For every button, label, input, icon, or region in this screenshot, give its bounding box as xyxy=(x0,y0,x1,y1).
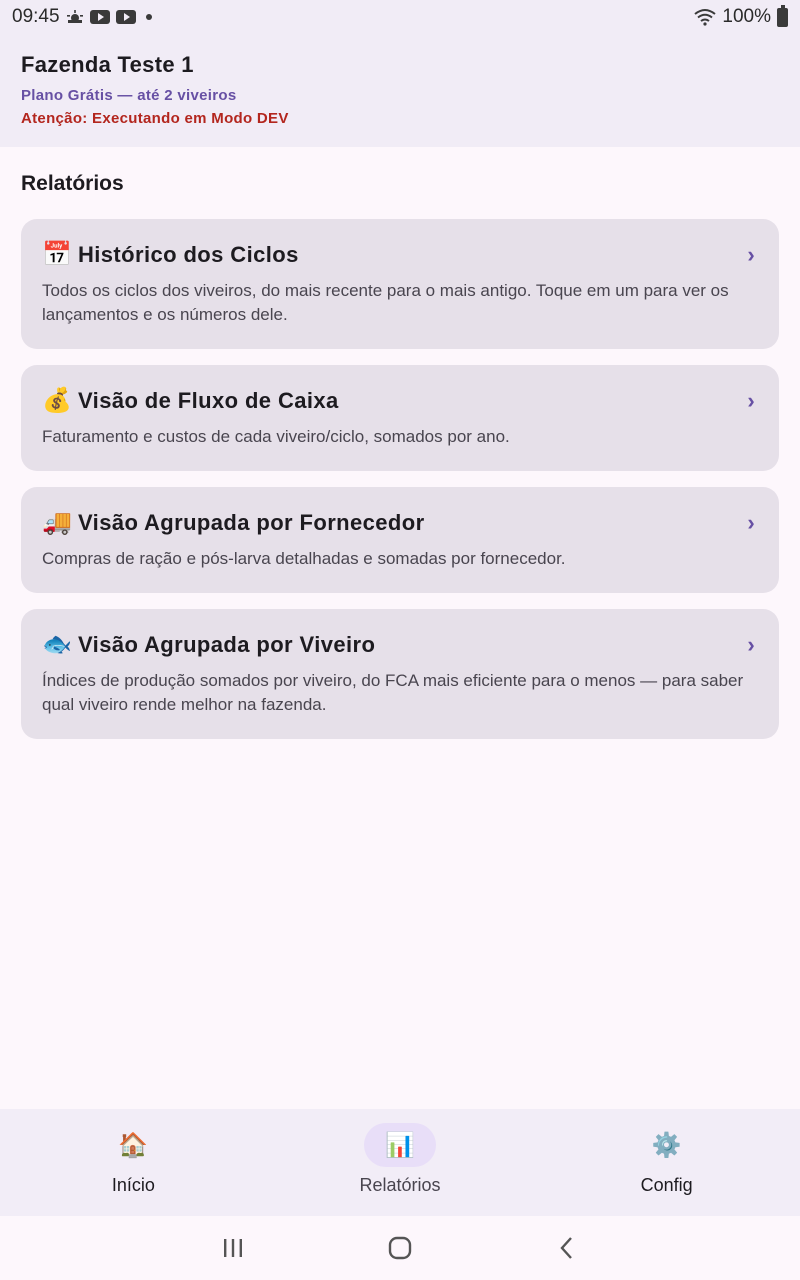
battery-icon xyxy=(777,4,788,27)
card-title: Visão Agrupada por Viveiro xyxy=(78,632,376,657)
farm-name: Fazenda Teste 1 xyxy=(21,52,194,77)
fish-icon: 🐟 xyxy=(42,631,72,658)
nav-item-config[interactable]: ⚙️ Config xyxy=(533,1109,800,1216)
youtube-icon xyxy=(115,10,136,24)
report-card-fluxo-caixa[interactable]: 💰 Visão de Fluxo de Caixa › Faturamento … xyxy=(21,365,779,471)
card-header: 💰 Visão de Fluxo de Caixa › xyxy=(42,387,758,415)
weather-icon xyxy=(66,10,84,24)
plan-label: Plano Grátis — até 2 viveiros xyxy=(21,87,237,104)
money-bag-icon: 💰 xyxy=(42,387,72,414)
card-title-wrap: 📅 Histórico dos Ciclos xyxy=(42,241,299,269)
notification-dot-icon xyxy=(145,14,152,20)
card-title: Histórico dos Ciclos xyxy=(78,242,299,267)
card-title: Visão Agrupada por Fornecedor xyxy=(78,510,425,535)
report-card-viveiro[interactable]: 🐟 Visão Agrupada por Viveiro › Índices d… xyxy=(21,609,779,739)
nav-label: Config xyxy=(640,1175,693,1195)
home-icon: 🏠 xyxy=(118,1131,149,1159)
report-card-fornecedor[interactable]: 🚚 Visão Agrupada por Fornecedor › Compra… xyxy=(21,487,779,593)
recent-apps-button[interactable] xyxy=(203,1228,263,1268)
card-title-wrap: 🚚 Visão Agrupada por Fornecedor xyxy=(42,509,425,537)
card-header: 🚚 Visão Agrupada por Fornecedor › xyxy=(42,509,758,537)
card-title: Visão de Fluxo de Caixa xyxy=(78,388,339,413)
app-screen: 09:45 100% Fazenda Teste 1 Plano Grátis … xyxy=(0,0,800,1280)
app-header: Fazenda Teste 1 Plano Grátis — até 2 viv… xyxy=(0,34,800,147)
status-bar-right: 100% xyxy=(694,4,788,28)
back-chevron-icon xyxy=(560,1237,572,1259)
youtube-icon xyxy=(89,10,110,24)
nav-item-relatorios[interactable]: 📊 Relatórios xyxy=(267,1109,534,1216)
nav-label: Início xyxy=(111,1175,155,1195)
card-description: Faturamento e custos de cada viveiro/cic… xyxy=(42,427,510,446)
recent-apps-icon xyxy=(224,1239,243,1257)
battery-percent: 100% xyxy=(722,6,771,27)
status-bar-left: 09:45 xyxy=(12,6,152,28)
home-circle-icon xyxy=(388,1236,412,1260)
bottom-navigation: 🏠 Início 📊 Relatórios ⚙️ Config xyxy=(0,1109,800,1216)
page-title: Relatórios xyxy=(21,172,124,195)
card-description: Índices de produção somados por viveiro,… xyxy=(42,671,744,714)
chevron-right-icon: › xyxy=(747,510,755,535)
card-title-wrap: 🐟 Visão Agrupada por Viveiro xyxy=(42,631,375,659)
chevron-right-icon: › xyxy=(747,632,755,657)
card-title-wrap: 💰 Visão de Fluxo de Caixa xyxy=(42,387,339,415)
nav-item-inicio[interactable]: 🏠 Início xyxy=(0,1109,267,1216)
status-time: 09:45 xyxy=(12,6,60,27)
card-header: 🐟 Visão Agrupada por Viveiro › xyxy=(42,631,758,659)
truck-icon: 🚚 xyxy=(42,509,72,536)
system-navigation-bar xyxy=(0,1216,800,1280)
status-bar: 09:45 100% xyxy=(0,0,800,34)
gear-icon: ⚙️ xyxy=(651,1131,682,1159)
bar-chart-icon: 📊 xyxy=(364,1123,436,1167)
chevron-right-icon: › xyxy=(747,388,755,413)
wifi-icon xyxy=(694,8,717,26)
card-description: Compras de ração e pós-larva detalhadas … xyxy=(42,549,566,568)
chevron-right-icon: › xyxy=(747,242,755,267)
card-description: Todos os ciclos dos viveiros, do mais re… xyxy=(42,281,729,324)
calendar-icon: 📅 xyxy=(42,241,72,268)
home-button[interactable] xyxy=(370,1228,430,1268)
back-button[interactable] xyxy=(537,1228,597,1268)
card-header: 📅 Histórico dos Ciclos › xyxy=(42,241,758,269)
report-card-historico-ciclos[interactable]: 📅 Histórico dos Ciclos › Todos os ciclos… xyxy=(21,219,779,349)
dev-mode-warning: Atenção: Executando em Modo DEV xyxy=(21,110,289,127)
nav-label: Relatórios xyxy=(359,1175,441,1195)
